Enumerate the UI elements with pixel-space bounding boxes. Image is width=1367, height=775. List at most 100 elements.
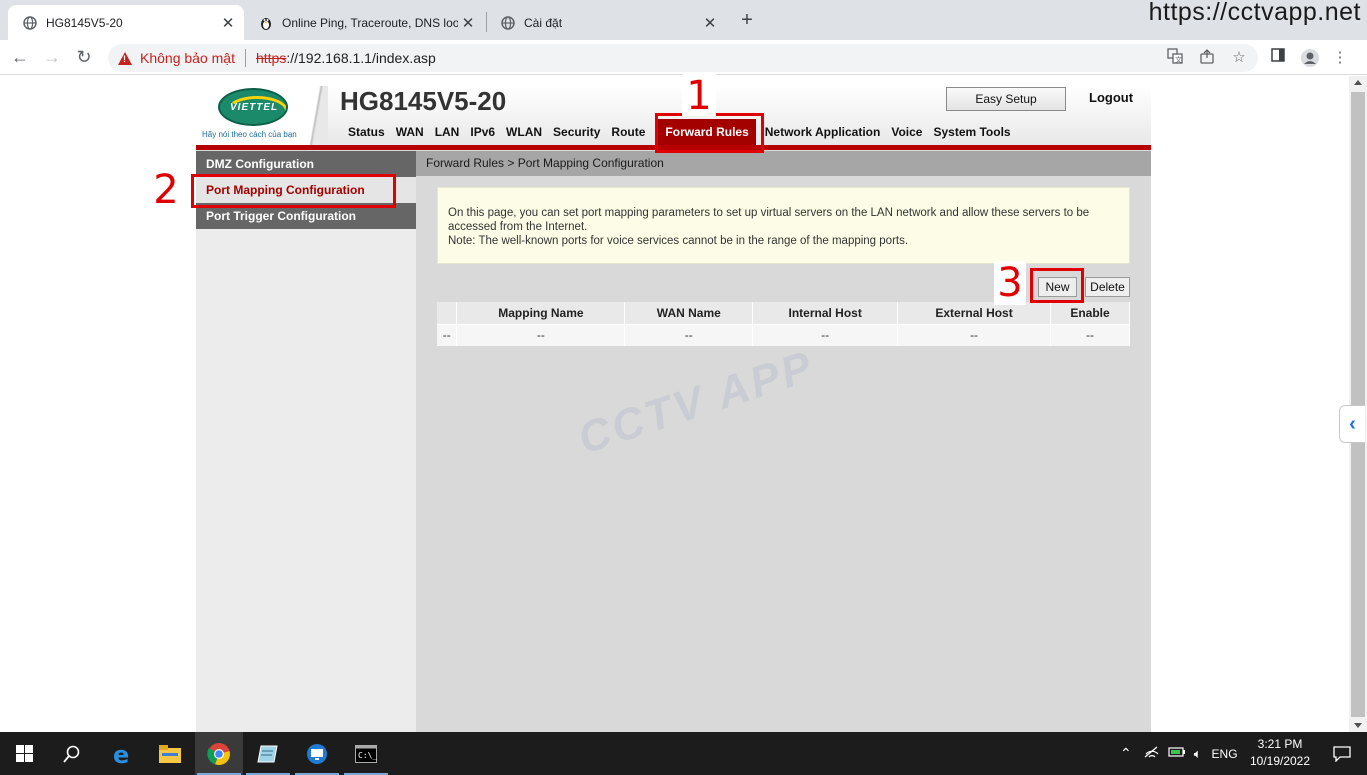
table-cell: -- [437,323,458,346]
menu-item-status[interactable]: Status [348,125,385,139]
annotation-box-2 [191,174,396,208]
menu-item-lan[interactable]: LAN [435,125,460,139]
profile-avatar-icon[interactable] [1300,48,1320,68]
tab-online-ping[interactable]: Online Ping, Traceroute, DNS look ✕ [244,5,484,40]
tab-title: Online Ping, Traceroute, DNS look [282,15,458,30]
table-header-row: Mapping Name WAN Name Internal Host Exte… [437,302,1130,324]
info-note: Note: The well-known ports for voice ser… [448,235,909,247]
remote-desktop-icon[interactable] [293,732,341,775]
windows-taskbar: e C:\_ ⌃ 🔈︎ ENG 3:21 PM 10/19/2022 [0,732,1367,775]
menu-item-ipv6[interactable]: IPv6 [470,125,495,139]
column-header: Internal Host [752,302,899,324]
security-warning[interactable]: Không bảo mật [118,50,235,66]
globe-icon [500,15,516,31]
share-icon[interactable] [1197,48,1217,68]
search-icon[interactable] [48,732,96,775]
command-prompt-icon[interactable]: C:\_ [342,732,390,775]
menu-item-wan[interactable]: WAN [396,125,424,139]
url-scheme: https [255,50,287,66]
back-arrow-icon[interactable]: ← [8,46,32,70]
edge-icon[interactable]: e [98,732,146,775]
chevron-left-icon[interactable]: ‹ [1339,405,1365,443]
scroll-up-arrow-icon[interactable] [1354,80,1362,85]
clock-time: 3:21 PM [1257,737,1303,751]
breadcrumb: Forward Rules > Port Mapping Configurati… [416,151,1151,176]
tab-title: HG8145V5-20 [46,15,123,30]
clock-date: 10/19/2022 [1249,754,1311,768]
header-divider [304,86,328,146]
menu-item-wlan[interactable]: WLAN [506,125,542,139]
forward-arrow-icon[interactable]: → [40,46,64,70]
logout-link[interactable]: Logout [1089,90,1133,105]
chevron-up-icon[interactable]: ⌃ [1120,745,1132,762]
windows-start-icon[interactable] [0,732,48,775]
svg-text:e: e [113,742,129,766]
menu-item-network-application[interactable]: Network Application [765,125,881,139]
device-model: HG8145V5-20 [340,86,507,116]
site-watermark: https://cctvapp.net [1148,0,1361,26]
penguin-icon [258,15,274,31]
port-mapping-table: Mapping Name WAN Name Internal Host Exte… [437,302,1130,346]
tab-settings[interactable]: Cài đặt ✕ [486,5,726,40]
network-icon[interactable] [1144,745,1160,762]
system-tray: ⌃ 🔈︎ ENG [1120,732,1246,775]
logo-text: VIETTEL [230,102,279,113]
url-text: ://192.168.1.1/index.asp [286,50,436,66]
viettel-logo: VIETTEL Hãy nói theo cách của bạn [196,86,314,146]
annotation-box-1 [655,113,764,153]
left-sidebar: DMZ Configuration Port Mapping Configura… [196,151,416,732]
logo-oval: VIETTEL [218,88,288,126]
column-header: External Host [897,302,1051,324]
annotation-number-1: 1 [682,74,716,118]
clock[interactable]: 3:21 PM 10/19/2022 [1240,736,1320,770]
new-tab-icon[interactable]: + [735,8,759,32]
reload-icon[interactable]: ↻ [72,46,96,70]
close-icon[interactable]: ✕ [218,14,238,32]
table-cell: -- [1050,323,1130,346]
menu-item-voice[interactable]: Voice [891,125,922,139]
url-field[interactable]: Không bảo mật https://192.168.1.1/index.… [108,44,1258,72]
vertical-scrollbar[interactable] [1349,76,1367,732]
bookmark-star-icon[interactable]: ☆ [1229,48,1249,68]
translate-icon[interactable]: 文 [1165,48,1185,68]
table-cell: -- [897,323,1051,346]
column-header: WAN Name [624,302,754,324]
delete-button[interactable]: Delete [1085,277,1130,297]
language-indicator[interactable]: ENG [1212,747,1238,761]
menu-item-route[interactable]: Route [611,125,645,139]
table-cell: -- [752,323,899,346]
table-cell: -- [456,323,626,346]
scroll-down-arrow-icon[interactable] [1354,723,1362,728]
side-panel-icon[interactable] [1268,48,1288,68]
menu-item-security[interactable]: Security [553,125,600,139]
browser-tab-bar: HG8145V5-20 ✕ Online Ping, Traceroute, D… [0,0,1367,40]
svg-text:文: 文 [1175,55,1182,64]
table-cell: -- [624,323,754,346]
kebab-menu-icon[interactable]: ⋮ [1330,48,1350,68]
easy-setup-button[interactable]: Easy Setup [946,87,1066,111]
info-text: On this page, you can set port mapping p… [448,207,1090,233]
info-box: On this page, you can set port mapping p… [437,187,1130,264]
annotation-number-2: 2 [150,168,182,212]
annotation-number-3: 3 [994,261,1026,305]
tab-router[interactable]: HG8145V5-20 ✕ [8,5,244,40]
column-header: Mapping Name [456,302,626,324]
close-icon[interactable]: ✕ [700,14,720,32]
notification-icon[interactable] [1318,732,1366,775]
tab-title: Cài đặt [524,15,563,30]
svg-text:C:\_: C:\_ [358,751,377,760]
chrome-icon[interactable] [195,732,243,775]
menu-item-system-tools[interactable]: System Tools [933,125,1010,139]
column-header: Enable [1050,302,1130,324]
omnibox-divider [244,49,246,67]
security-warning-label: Không bảo mật [140,50,235,66]
volume-icon[interactable]: 🔈︎ [1194,746,1202,762]
notepad-icon[interactable] [244,732,292,775]
close-icon[interactable]: ✕ [458,14,478,32]
battery-icon[interactable] [1168,746,1186,761]
annotation-box-3 [1030,268,1084,303]
select-column-header [437,302,458,324]
table-row: -- -- -- -- -- -- [437,323,1130,346]
file-explorer-icon[interactable] [146,732,194,775]
warning-icon [118,51,132,65]
